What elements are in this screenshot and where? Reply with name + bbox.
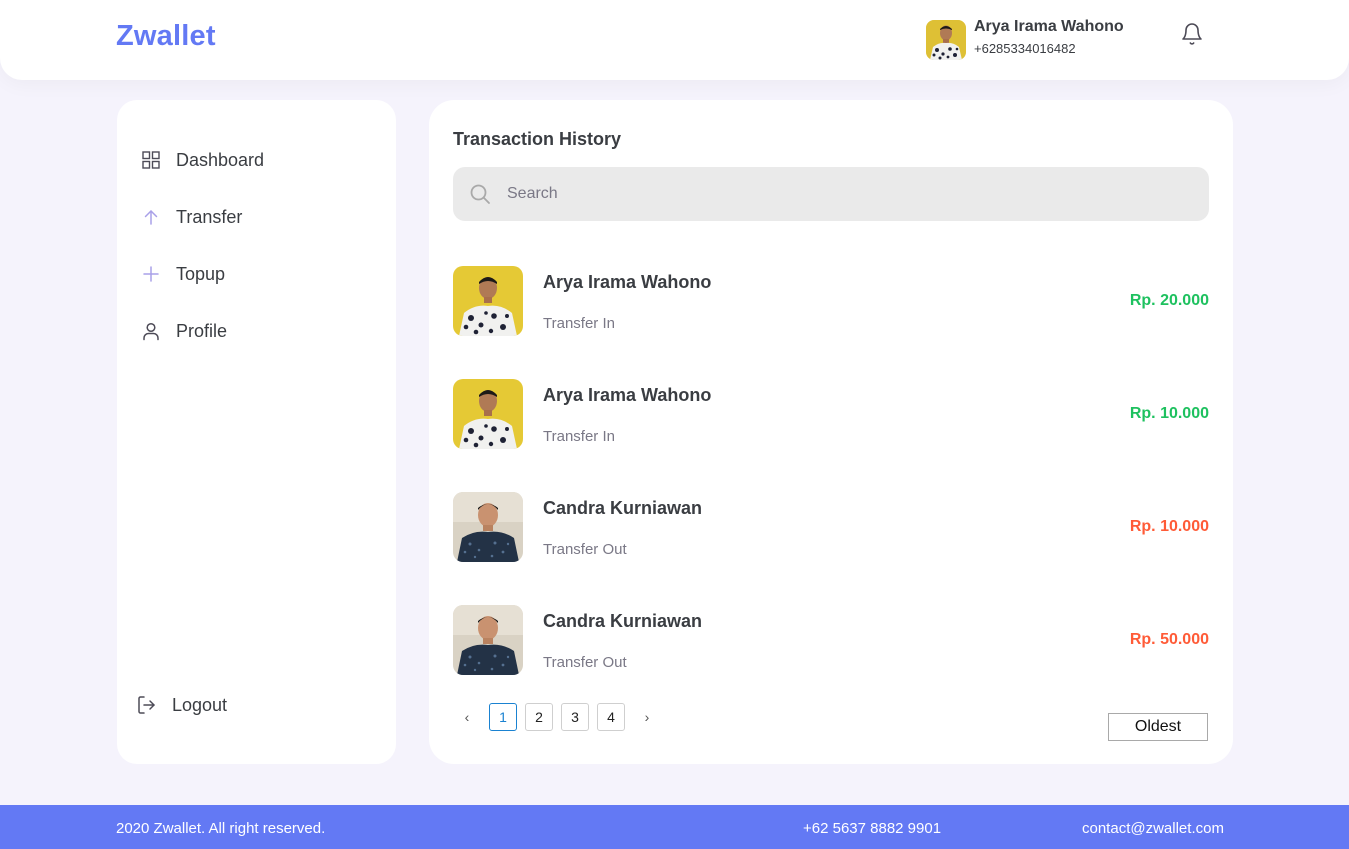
page-title: Transaction History [453,129,622,149]
sort-select[interactable]: Oldest [1108,713,1208,741]
search-bar[interactable] [453,167,1209,221]
logout-icon [137,695,157,715]
sidebar-item-label: Topup [176,263,226,284]
pagination: ‹ 1 2 3 4 › [453,703,661,731]
transaction-amount: Rp. 10.000 [1129,518,1209,535]
sidebar-item-label: Profile [176,320,228,341]
transaction-row[interactable]: Candra Kurniawan Transfer Out Rp. 50.000 [453,605,1209,675]
logout-button[interactable]: Logout [137,693,227,717]
sidebar-item-transfer[interactable]: Transfer [141,205,242,229]
sidebar-item-dashboard[interactable]: Dashboard [141,148,264,172]
user-name[interactable]: Arya Irama Wahono [974,18,1124,36]
search-input[interactable] [507,167,1197,221]
user-icon [141,321,161,341]
sidebar-item-profile[interactable]: Profile [141,319,227,343]
transaction-type: Transfer In [543,428,615,445]
logout-label: Logout [172,694,228,715]
next-page-button[interactable]: › [633,703,661,731]
plus-icon [141,264,161,284]
sidebar-item-label: Transfer [176,206,243,227]
transaction-type: Transfer In [543,315,615,332]
contact-avatar [453,492,523,562]
contact-name: Candra Kurniawan [543,611,703,631]
search-icon [469,183,491,205]
sidebar [117,100,396,764]
bell-icon[interactable] [1180,22,1204,46]
user-avatar[interactable] [926,20,966,60]
contact-name: Arya Irama Wahono [543,385,712,405]
transaction-history-panel: Transaction History Search Arya Irama Wa… [429,100,1233,764]
transaction-type: Transfer Out [543,541,627,558]
sidebar-item-topup[interactable]: Topup [141,262,225,286]
page-button-4[interactable]: 4 [597,703,625,731]
user-phone: +6285334016482 [974,41,1076,56]
contact-avatar [453,266,523,336]
sidebar-item-label: Dashboard [176,149,265,170]
grid-icon [141,150,161,170]
transaction-amount: Rp. 10.000 [1129,405,1209,422]
page-button-3[interactable]: 3 [561,703,589,731]
contact-name: Candra Kurniawan [543,498,703,518]
transaction-amount: Rp. 20.000 [1129,292,1209,309]
page-button-1[interactable]: 1 [489,703,517,731]
arrow-up-icon [141,207,161,227]
footer-phone: +62 5637 8882 9901 [803,820,942,837]
brand-logo[interactable]: Zwallet [116,20,216,53]
prev-page-button[interactable]: ‹ [453,703,481,731]
transaction-type: Transfer Out [543,654,627,671]
contact-avatar [453,605,523,675]
transaction-row[interactable]: Candra Kurniawan Transfer Out Rp. 10.000 [453,492,1209,562]
transaction-amount: Rp. 50.000 [1129,631,1209,648]
contact-name: Arya Irama Wahono [543,272,712,292]
transaction-row[interactable]: Arya Irama Wahono Transfer In Rp. 20.000 [453,266,1209,336]
footer-copyright: 2020 Zwallet. All right reserved. [116,820,326,837]
transaction-row[interactable]: Arya Irama Wahono Transfer In Rp. 10.000 [453,379,1209,449]
top-header: Zwallet Arya Irama Wahono +6285334016482 [0,0,1349,80]
page-button-2[interactable]: 2 [525,703,553,731]
contact-avatar [453,379,523,449]
footer-email[interactable]: contact@zwallet.com [1082,820,1224,837]
footer: 2020 Zwallet. All right reserved. +62 56… [0,805,1349,849]
